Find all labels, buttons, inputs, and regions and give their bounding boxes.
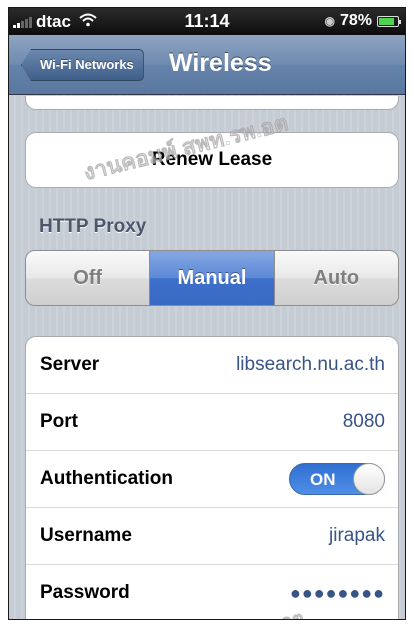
- phone-screen: dtac 11:14 ◉ 78% Wi-Fi Networks Wireless…: [8, 7, 406, 620]
- previous-group-edge: [25, 96, 399, 110]
- server-label: Server: [40, 354, 100, 375]
- password-label: Password: [40, 582, 130, 603]
- username-row[interactable]: Username jirapak: [26, 508, 398, 565]
- password-row[interactable]: Password ●●●●●●●●: [26, 565, 398, 619]
- proxy-off-segment[interactable]: Off: [26, 251, 150, 305]
- renew-lease-button[interactable]: Renew Lease: [25, 132, 399, 188]
- server-row[interactable]: Server libsearch.nu.ac.th: [26, 337, 398, 394]
- server-value[interactable]: libsearch.nu.ac.th: [236, 354, 385, 376]
- proxy-auto-segment[interactable]: Auto: [273, 251, 398, 305]
- proxy-manual-segment[interactable]: Manual: [149, 251, 274, 305]
- password-value[interactable]: ●●●●●●●●: [290, 583, 385, 604]
- toggle-knob[interactable]: [353, 463, 385, 495]
- battery-icon: [377, 15, 401, 27]
- battery-percent: 78%: [339, 12, 372, 29]
- proxy-settings-table: Server libsearch.nu.ac.th Port 8080 Auth…: [25, 336, 399, 619]
- authentication-label: Authentication: [40, 468, 173, 489]
- authentication-row: Authentication ON: [26, 451, 398, 508]
- username-label: Username: [40, 525, 132, 546]
- port-value[interactable]: 8080: [343, 411, 385, 433]
- back-button[interactable]: Wi-Fi Networks: [21, 49, 144, 81]
- port-label: Port: [40, 411, 78, 432]
- http-proxy-header: HTTP Proxy: [39, 216, 147, 237]
- lock-icon: ◉: [324, 14, 335, 28]
- port-row[interactable]: Port 8080: [26, 394, 398, 451]
- authentication-toggle[interactable]: ON: [289, 463, 385, 495]
- toggle-on-label: ON: [310, 470, 336, 489]
- http-proxy-segmented-control: Off Manual Auto: [25, 250, 399, 306]
- status-right: ◉ 78%: [324, 12, 401, 30]
- username-value[interactable]: jirapak: [329, 525, 385, 547]
- navigation-bar: Wi-Fi Networks Wireless: [9, 35, 405, 95]
- status-bar: dtac 11:14 ◉ 78%: [9, 8, 405, 35]
- page-title: Wireless: [169, 49, 272, 77]
